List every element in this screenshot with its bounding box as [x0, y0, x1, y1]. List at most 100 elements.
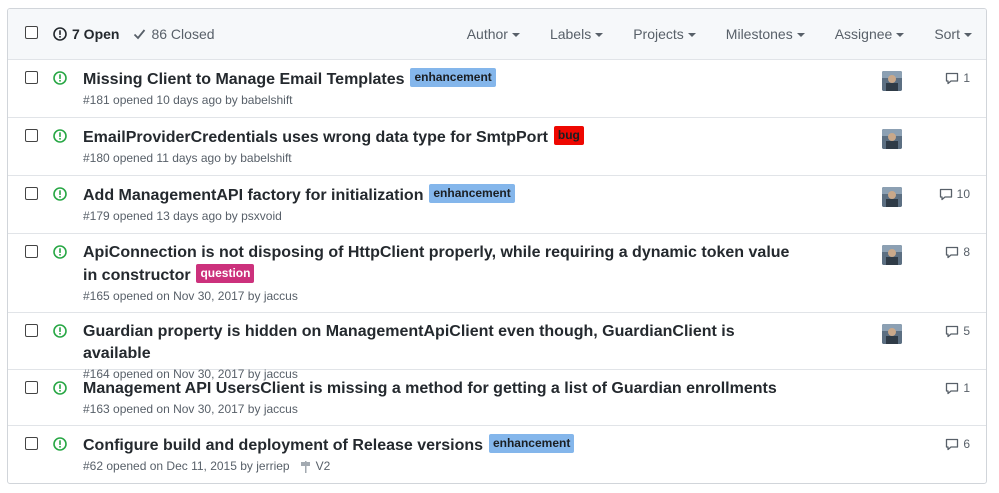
filter-labels[interactable]: Labels	[549, 26, 604, 42]
issue-row[interactable]: Add ManagementAPI factory for initializa…	[8, 176, 986, 234]
issue-checkbox[interactable]	[25, 129, 38, 142]
filter-labels-label: Labels	[549, 26, 592, 42]
issue-title-link[interactable]: Management API UsersClient is missing a …	[83, 380, 777, 397]
open-issue-icon	[53, 129, 67, 143]
comments-count[interactable]: 10	[939, 187, 970, 201]
milestone-label: V2	[315, 459, 331, 473]
comment-icon	[946, 72, 959, 84]
issue-meta-text: #163 opened on Nov 30, 2017 by jaccus	[83, 402, 298, 416]
issue-meta-text: #62 opened on Dec 11, 2015 by jerriep	[83, 459, 290, 473]
issue-title-line: EmailProviderCredentials uses wrong data…	[83, 126, 803, 149]
chevron-down-icon	[964, 32, 972, 37]
issue-row[interactable]: ApiConnection is not disposing of HttpCl…	[8, 234, 986, 313]
issue-title-link[interactable]: ApiConnection is not disposing of HttpCl…	[83, 244, 789, 284]
issue-meta-text: #180 opened 11 days ago by babelshift	[83, 151, 292, 165]
issue-main: Add ManagementAPI factory for initializa…	[83, 184, 803, 223]
issue-title-line: Configure build and deployment of Releas…	[83, 434, 803, 457]
issue-title-link[interactable]: Configure build and deployment of Releas…	[83, 437, 483, 454]
chevron-down-icon	[687, 32, 696, 37]
issue-title-link[interactable]: Guardian property is hidden on Managemen…	[83, 323, 735, 362]
issue-meta: #181 opened 10 days ago by babelshift	[83, 93, 803, 107]
issue-label-enhancement[interactable]: enhancement	[429, 184, 515, 203]
comment-icon	[946, 438, 959, 450]
issue-title-line: ApiConnection is not disposing of HttpCl…	[83, 242, 803, 287]
filter-author-label: Author	[466, 26, 508, 42]
open-issues-link[interactable]: 7 Open	[53, 26, 119, 42]
issue-title-line: Management API UsersClient is missing a …	[83, 378, 803, 400]
comment-icon	[946, 246, 959, 258]
issue-checkbox[interactable]	[25, 187, 38, 200]
issue-title-link[interactable]: EmailProviderCredentials uses wrong data…	[83, 129, 548, 146]
filter-projects[interactable]: Projects	[633, 26, 696, 42]
issue-milestone[interactable]: V2	[300, 459, 331, 473]
comments-count-label: 10	[956, 187, 970, 201]
issue-checkbox[interactable]	[25, 71, 38, 84]
issue-row[interactable]: EmailProviderCredentials uses wrong data…	[8, 118, 986, 176]
issues-list-box: 7 Open 86 Closed Author Labels Projects …	[7, 8, 987, 484]
issue-meta-text: #179 opened 13 days ago by psxvoid	[83, 209, 282, 223]
issue-title-line: Guardian property is hidden on Managemen…	[83, 321, 803, 365]
issue-checkbox[interactable]	[25, 381, 38, 394]
check-icon	[134, 29, 146, 40]
open-count-label: 7 Open	[72, 26, 120, 42]
filter-sort-label: Sort	[934, 26, 960, 42]
comments-count-label: 8	[963, 245, 970, 259]
issue-checkbox[interactable]	[25, 437, 38, 450]
open-issue-icon	[53, 187, 67, 201]
issues-list-header: 7 Open 86 Closed Author Labels Projects …	[8, 9, 986, 60]
comments-count[interactable]: 1	[945, 71, 970, 85]
filter-assignee[interactable]: Assignee	[835, 26, 905, 42]
issue-meta: #179 opened 13 days ago by psxvoid	[83, 209, 803, 223]
filter-projects-label: Projects	[633, 26, 684, 42]
issue-label-enhancement[interactable]: enhancement	[488, 434, 575, 453]
issue-checkbox[interactable]	[25, 324, 38, 337]
assignee-avatar[interactable]	[882, 245, 902, 265]
assignee-avatar[interactable]	[882, 129, 902, 149]
issue-main: Missing Client to Manage Email Templates…	[83, 68, 803, 107]
comments-count-label: 5	[963, 324, 970, 338]
issue-row[interactable]: Guardian property is hidden on Managemen…	[8, 313, 986, 381]
issue-row[interactable]: Management API UsersClient is missing a …	[8, 370, 986, 426]
filter-assignee-label: Assignee	[834, 26, 893, 42]
select-all-checkbox[interactable]	[25, 26, 38, 39]
issue-title-line: Missing Client to Manage Email Templates…	[83, 68, 803, 91]
open-issue-icon	[53, 437, 67, 451]
issue-title-link[interactable]: Add ManagementAPI factory for initializa…	[83, 187, 423, 204]
closed-issues-link[interactable]: 86 Closed	[133, 26, 215, 42]
issue-meta: #165 opened on Nov 30, 2017 by jaccus	[83, 289, 803, 303]
comment-icon	[939, 188, 952, 200]
issue-title-link[interactable]: Missing Client to Manage Email Templates	[83, 71, 405, 88]
issue-meta: #180 opened 11 days ago by babelshift	[83, 151, 803, 165]
closed-count-label: 86 Closed	[151, 26, 215, 42]
open-issue-icon	[53, 324, 67, 338]
comments-count[interactable]: 1	[945, 381, 970, 395]
issue-checkbox[interactable]	[25, 245, 38, 258]
comments-count[interactable]: 8	[945, 245, 970, 259]
filter-author[interactable]: Author	[467, 26, 520, 42]
comment-icon	[946, 382, 959, 394]
assignee-avatar[interactable]	[882, 324, 902, 344]
comment-icon	[946, 325, 959, 337]
filter-sort[interactable]: Sort	[934, 26, 972, 42]
issue-label-bug[interactable]: bug	[553, 126, 584, 145]
chevron-down-icon	[896, 32, 905, 37]
issue-meta: #163 opened on Nov 30, 2017 by jaccus	[83, 402, 803, 416]
issue-title-line: Add ManagementAPI factory for initializa…	[83, 184, 803, 207]
open-issue-icon	[53, 71, 67, 85]
assignee-avatar[interactable]	[882, 187, 902, 207]
filter-milestones[interactable]: Milestones	[726, 26, 805, 42]
issue-meta-text: #181 opened 10 days ago by babelshift	[83, 93, 293, 107]
assignee-avatar[interactable]	[882, 71, 902, 91]
issue-row[interactable]: Configure build and deployment of Releas…	[8, 426, 986, 483]
issue-label-question[interactable]: question	[196, 264, 255, 283]
issue-row[interactable]: Missing Client to Manage Email Templates…	[8, 60, 986, 118]
open-issue-icon	[53, 381, 67, 395]
issues-rows: Missing Client to Manage Email Templates…	[8, 60, 986, 483]
issue-main: EmailProviderCredentials uses wrong data…	[83, 126, 803, 165]
comments-count[interactable]: 5	[945, 324, 970, 338]
comments-count[interactable]: 6	[945, 437, 970, 451]
issue-label-enhancement[interactable]: enhancement	[410, 68, 496, 87]
comments-count-label: 1	[963, 71, 970, 85]
issue-main: ApiConnection is not disposing of HttpCl…	[83, 242, 803, 303]
issue-main: Management API UsersClient is missing a …	[83, 378, 803, 416]
